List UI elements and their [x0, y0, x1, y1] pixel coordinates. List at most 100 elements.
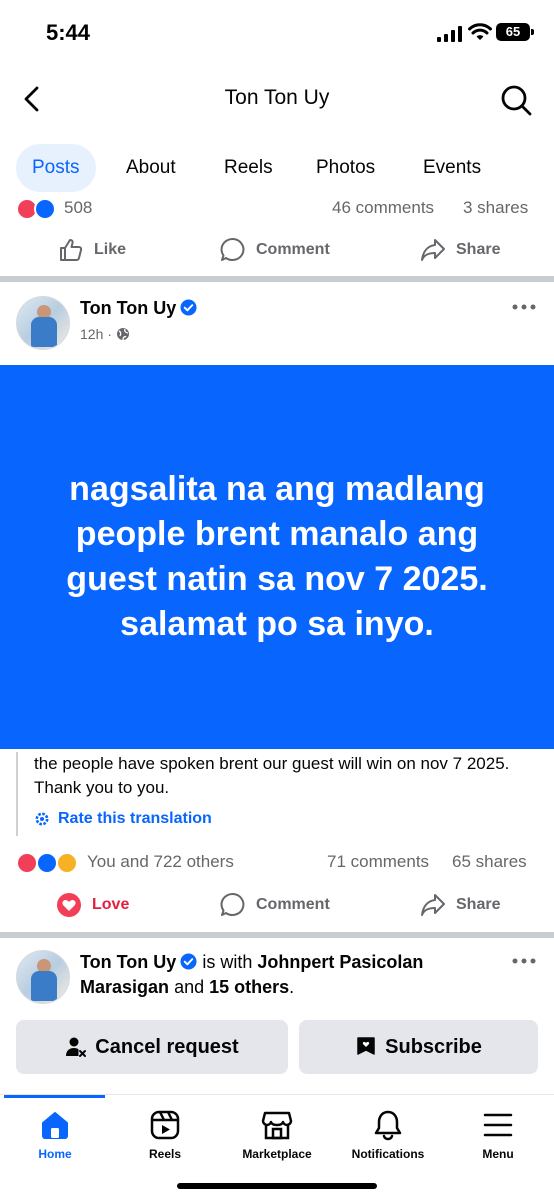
cellular-signal-icon — [437, 26, 462, 42]
translation-text: the people have spoken brent our guest w… — [34, 754, 510, 797]
profile-action-buttons: Cancel request Subscribe — [0, 1020, 554, 1074]
rate-translation-link[interactable]: Rate this translation — [34, 810, 536, 828]
tab-home-label: Home — [38, 1147, 72, 1161]
status-time: 5:44 — [46, 20, 91, 45]
like-label: Like — [94, 241, 127, 258]
post-actions: Love Comment Share — [0, 883, 554, 927]
share-icon — [421, 894, 445, 916]
subscribe-button[interactable]: Subscribe — [299, 1020, 538, 1074]
reactions-summary[interactable]: You and 722 others — [87, 852, 234, 872]
cancel-request-button[interactable]: Cancel request — [16, 1020, 288, 1074]
tagged-others[interactable]: 15 others — [209, 977, 289, 997]
tab-home[interactable]: Home — [0, 1109, 110, 1161]
love-reaction-icon — [16, 852, 38, 874]
prev-post-actions: Like Comment Share — [0, 228, 554, 272]
shares-count[interactable]: 65 shares — [452, 852, 527, 872]
comments-count[interactable]: 71 comments — [327, 852, 429, 872]
heart-icon — [57, 893, 81, 917]
bell-icon — [374, 1110, 402, 1141]
rate-translation-label: Rate this translation — [58, 810, 212, 827]
translation-block: the people have spoken brent our guest w… — [16, 752, 536, 836]
search-icon[interactable] — [498, 82, 534, 118]
avatar[interactable] — [16, 950, 70, 1004]
tab-marketplace-label: Marketplace — [242, 1147, 312, 1161]
share-button[interactable]: Share — [420, 883, 500, 927]
comment-icon — [220, 892, 245, 916]
post-divider — [0, 276, 554, 282]
prev-post-stats: 508 46 comments 3 shares — [0, 194, 554, 224]
post-divider — [0, 932, 554, 938]
reels-icon — [150, 1110, 180, 1140]
menu-icon — [483, 1113, 513, 1137]
post-stats: You and 722 others 71 comments 65 shares — [0, 848, 554, 878]
more-options-icon[interactable] — [512, 302, 536, 312]
tab-notifications[interactable]: Notifications — [333, 1109, 443, 1161]
nav-header: Ton Ton Uy — [0, 70, 554, 130]
post-header: Ton Ton Uy 12h · — [0, 296, 554, 360]
cancel-request-label: Cancel request — [95, 1035, 239, 1058]
tab-photos[interactable]: Photos — [300, 144, 391, 192]
share-button[interactable]: Share — [420, 228, 500, 272]
comment-label: Comment — [256, 896, 330, 913]
comments-count[interactable]: 46 comments — [332, 198, 434, 218]
profile-tabs: Posts About Reels Photos Events — [0, 144, 554, 192]
share-label: Share — [456, 896, 501, 913]
tab-reels[interactable]: Reels — [208, 144, 289, 192]
tab-menu-label: Menu — [482, 1147, 514, 1161]
post-author[interactable]: Ton Ton Uy — [80, 298, 197, 319]
author-name[interactable]: Ton Ton Uy — [80, 952, 176, 972]
share-icon — [421, 239, 445, 261]
globe-icon — [117, 328, 130, 341]
tab-notifications-label: Notifications — [351, 1147, 425, 1161]
tab-about[interactable]: About — [110, 144, 192, 192]
home-indicator — [177, 1183, 377, 1189]
tab-reels-label: Reels — [148, 1147, 182, 1161]
battery-indicator: 65 — [496, 23, 530, 41]
verified-badge-icon — [180, 299, 197, 316]
love-label: Love — [92, 896, 130, 913]
like-button[interactable]: Like — [58, 228, 126, 272]
tab-events[interactable]: Events — [407, 144, 497, 192]
tab-marketplace[interactable]: Marketplace — [222, 1109, 332, 1161]
post-text-card[interactable]: nagsalita na ang madlang people brent ma… — [0, 365, 554, 749]
subscribe-icon — [357, 1037, 375, 1055]
with-prefix: is with — [202, 952, 253, 972]
home-icon — [42, 1112, 68, 1139]
page-title: Ton Ton Uy — [224, 86, 330, 109]
next-post-header: Ton Ton Uy is with Johnpert Pasicolan Ma… — [0, 950, 554, 1014]
author-name[interactable]: Ton Ton Uy — [80, 298, 176, 318]
tab-menu[interactable]: Menu — [443, 1109, 553, 1161]
comment-label: Comment — [256, 241, 330, 258]
active-tab-indicator — [4, 1095, 105, 1098]
shares-count[interactable]: 3 shares — [463, 198, 528, 218]
meta-separator: · — [107, 326, 113, 342]
post-time[interactable]: 12h — [80, 326, 103, 342]
status-bar: 5:44 65 — [0, 0, 554, 62]
tab-reels[interactable]: Reels — [110, 1109, 220, 1161]
avatar[interactable] — [16, 296, 70, 350]
period: . — [289, 977, 295, 997]
like-reaction-icon — [34, 198, 56, 220]
love-button[interactable]: Love — [56, 883, 129, 927]
comment-button[interactable]: Comment — [220, 883, 330, 927]
cancel-friend-request-icon — [66, 1037, 87, 1057]
like-reaction-icon — [36, 852, 58, 874]
comment-button[interactable]: Comment — [220, 228, 330, 272]
marketplace-icon — [261, 1111, 293, 1140]
share-label: Share — [456, 241, 501, 258]
battery-tip — [531, 29, 534, 35]
post-text: nagsalita na ang madlang people brent ma… — [66, 470, 488, 643]
verified-badge-icon — [180, 953, 197, 970]
with-text: Ton Ton Uy is with Johnpert Pasicolan Ma… — [80, 950, 500, 1000]
post-meta: 12h · — [80, 326, 130, 342]
comment-icon — [220, 237, 245, 261]
wifi-icon — [468, 23, 492, 40]
wow-reaction-icon — [56, 852, 78, 874]
reaction-count[interactable]: 508 — [64, 198, 92, 218]
subscribe-label: Subscribe — [385, 1035, 482, 1058]
gear-icon — [35, 812, 49, 826]
thumbs-up-icon — [60, 239, 83, 261]
more-options-icon[interactable] — [512, 956, 536, 966]
tab-posts[interactable]: Posts — [16, 144, 96, 192]
and-text: and — [174, 977, 205, 997]
